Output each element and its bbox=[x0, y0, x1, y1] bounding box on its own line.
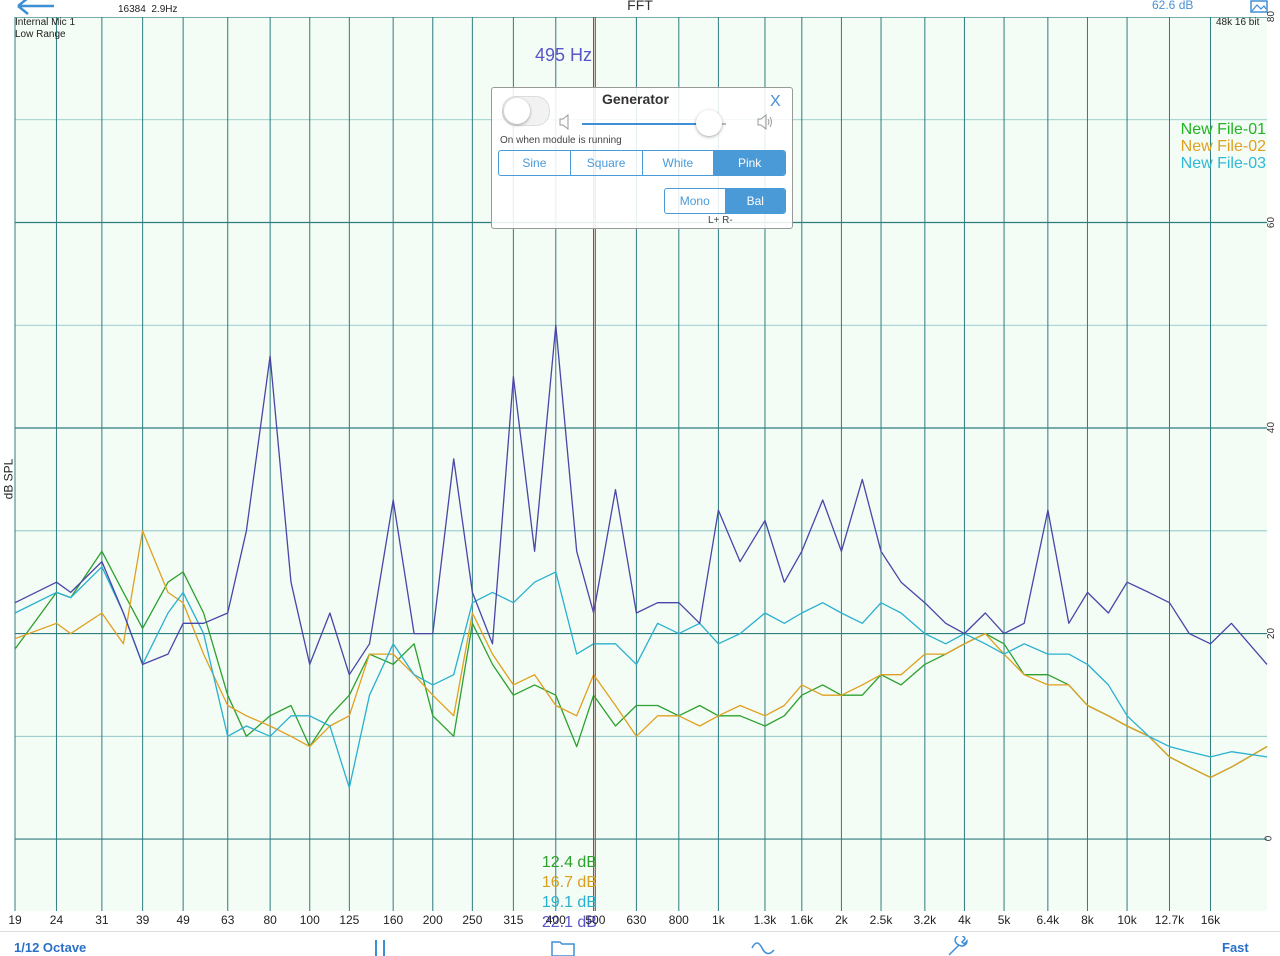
x-tick-label: 160 bbox=[383, 913, 404, 927]
x-tick-label: 5k bbox=[997, 913, 1011, 927]
cursor-readout-1: 12.4 dB bbox=[541, 854, 597, 871]
fft-size-label: 16384 2.9Hz bbox=[118, 4, 178, 16]
x-tick-label: 63 bbox=[221, 913, 235, 927]
y-tick-label: 40 bbox=[1266, 421, 1278, 434]
x-tick-label: 6.4k bbox=[1036, 913, 1060, 927]
speed-button[interactable]: Fast bbox=[1222, 940, 1249, 955]
x-tick-label: 39 bbox=[135, 913, 150, 927]
waveform-selector: Sine Square White Pink bbox=[498, 150, 786, 176]
input-device-label: Internal Mic 1 bbox=[15, 17, 76, 28]
x-tick-label: 49 bbox=[176, 913, 190, 927]
level-readout: 62.6 dB bbox=[1152, 0, 1194, 12]
x-tick-label: 12.7k bbox=[1154, 913, 1185, 927]
sample-format-label: 48k 16 bit bbox=[1216, 17, 1260, 28]
x-tick-label: 200 bbox=[422, 913, 443, 927]
x-tick-label: 125 bbox=[339, 913, 360, 927]
volume-high-icon bbox=[757, 114, 772, 130]
legend-item-file-02[interactable]: New File-02 bbox=[1160, 138, 1266, 155]
channel-mono[interactable]: Mono bbox=[665, 189, 726, 213]
waveform-pink[interactable]: Pink bbox=[714, 151, 785, 175]
x-tick-label: 800 bbox=[668, 913, 689, 927]
toggle-caption: On when module is running bbox=[500, 135, 622, 146]
close-icon[interactable]: X bbox=[770, 93, 781, 111]
volume-low-icon bbox=[559, 114, 569, 130]
x-tick-label: 80 bbox=[263, 913, 277, 927]
input-range-label: Low Range bbox=[15, 29, 66, 40]
resolution-value: 2.9Hz bbox=[151, 4, 178, 15]
generator-toggle[interactable] bbox=[502, 96, 550, 126]
x-tick-label: 8k bbox=[1081, 913, 1094, 927]
bottom-toolbar: 1/12 Octave Fast bbox=[0, 931, 1280, 956]
pause-icon[interactable] bbox=[368, 936, 394, 956]
generator-title: Generator bbox=[602, 91, 669, 107]
cursor-frequency-label: 495 Hz bbox=[535, 45, 593, 65]
y-tick-label: 80 bbox=[1266, 10, 1278, 23]
x-tick-label: 19 bbox=[8, 913, 22, 927]
x-tick-label: 4k bbox=[958, 913, 971, 927]
x-tick-label: 1k bbox=[712, 913, 725, 927]
x-tick-label: 2.5k bbox=[869, 913, 893, 927]
x-tick-label: 100 bbox=[299, 913, 320, 927]
x-tick-label: 630 bbox=[626, 913, 647, 927]
cursor-readout-3: 19.1 dB bbox=[541, 894, 597, 911]
wrench-icon[interactable] bbox=[945, 936, 971, 956]
waveform-sine[interactable]: Sine bbox=[499, 151, 571, 175]
volume-slider[interactable] bbox=[582, 110, 726, 136]
toggle-knob[interactable] bbox=[504, 98, 530, 124]
x-tick-label: 315 bbox=[503, 913, 524, 927]
x-tick-label: 500 bbox=[585, 913, 606, 927]
x-tick-label: 2k bbox=[835, 913, 848, 927]
octave-resolution-button[interactable]: 1/12 Octave bbox=[14, 940, 86, 955]
y-tick-label: 20 bbox=[1266, 627, 1278, 639]
page-title: FFT bbox=[627, 0, 653, 13]
polarity-caption: L+ R- bbox=[708, 215, 733, 226]
waveform-square[interactable]: Square bbox=[571, 151, 643, 175]
y-tick-label: 0 bbox=[1263, 835, 1275, 842]
legend-item-file-01[interactable]: New File-01 bbox=[1160, 121, 1266, 138]
x-axis-tick-labels: 19 24 31 39 49 63 80 100 125 160 200 250 315 400 500 63… bbox=[0, 911, 1280, 931]
folder-icon[interactable] bbox=[550, 936, 576, 956]
x-tick-label: 250 bbox=[462, 913, 483, 927]
fft-plot[interactable]: Internal Mic 1 Low Range 48k 16 bit dB S… bbox=[0, 11, 1280, 931]
x-tick-label: 1.3k bbox=[753, 913, 777, 927]
fft-size-value: 16384 bbox=[118, 4, 146, 15]
legend: New File-01 New File-02 New File-03 bbox=[1160, 121, 1266, 172]
waveform-icon[interactable] bbox=[750, 936, 776, 956]
x-tick-label: 400 bbox=[545, 913, 566, 927]
channel-balanced[interactable]: Bal bbox=[725, 189, 785, 213]
top-bar: 16384 2.9Hz FFT 62.6 dB bbox=[0, 0, 1280, 17]
y-tick-label: 60 bbox=[1266, 216, 1278, 228]
waveform-white[interactable]: White bbox=[643, 151, 715, 175]
x-tick-label: 3.2k bbox=[913, 913, 937, 927]
legend-item-file-03[interactable]: New File-03 bbox=[1160, 155, 1266, 172]
back-arrow-icon[interactable] bbox=[14, 0, 58, 16]
x-tick-label: 16k bbox=[1200, 913, 1221, 927]
channel-selector: Mono Bal bbox=[664, 188, 786, 214]
volume-slider-fill bbox=[582, 123, 709, 125]
generator-panel: Generator X On when module is running Si… bbox=[491, 87, 793, 229]
cursor-readout-2: 16.7 dB bbox=[541, 874, 597, 891]
volume-slider-thumb[interactable] bbox=[695, 110, 722, 136]
x-tick-label: 1.6k bbox=[790, 913, 814, 927]
x-tick-label: 10k bbox=[1117, 913, 1137, 927]
x-tick-label: 31 bbox=[95, 913, 109, 927]
x-tick-label: 24 bbox=[49, 913, 64, 927]
y-axis-label: dB SPL bbox=[1, 458, 16, 500]
